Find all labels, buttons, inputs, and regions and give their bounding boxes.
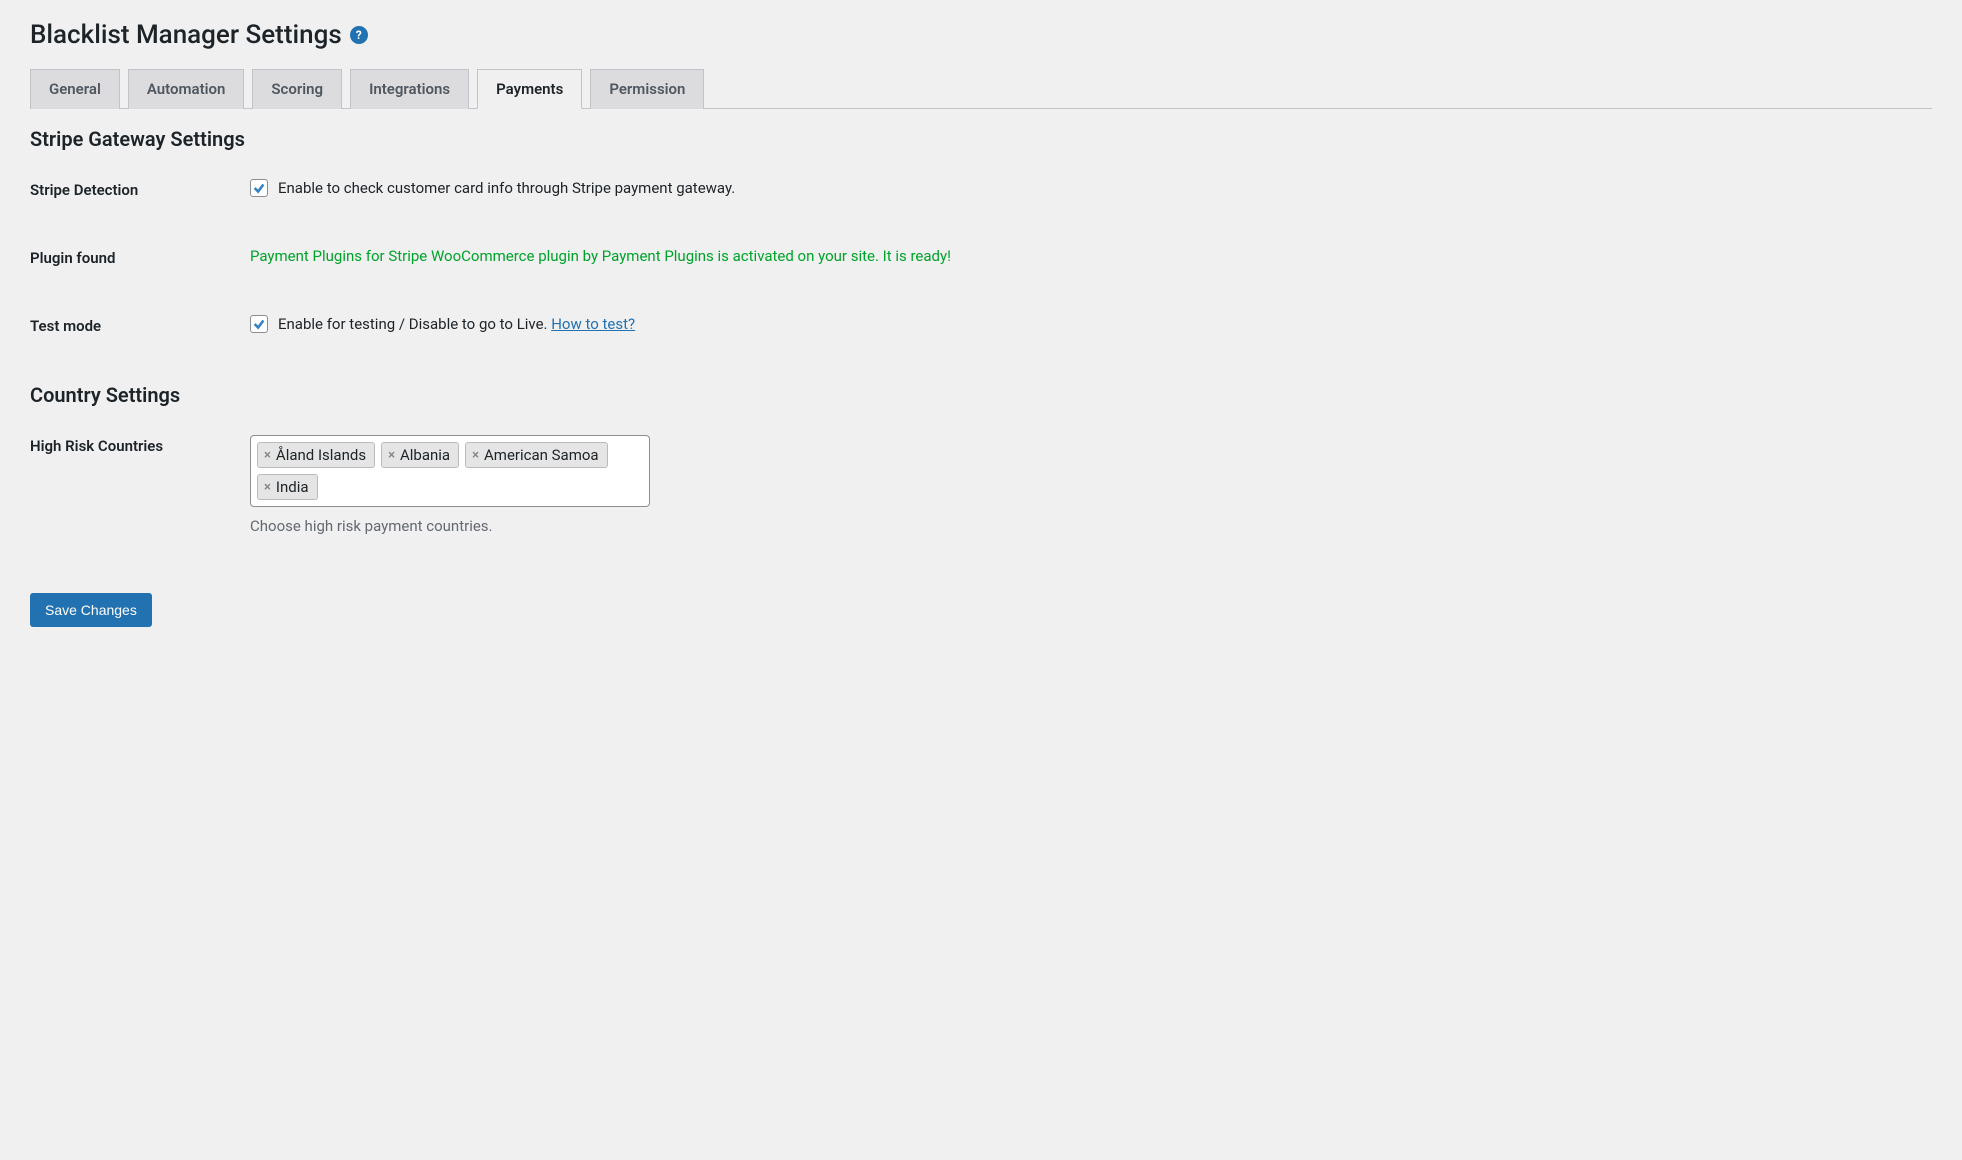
tab-automation[interactable]: Automation xyxy=(128,69,245,109)
tab-general[interactable]: General xyxy=(30,69,120,109)
stripe-detection-checkbox[interactable] xyxy=(250,179,268,197)
close-icon[interactable]: × xyxy=(264,480,271,495)
tab-payments[interactable]: Payments xyxy=(477,69,582,109)
high-risk-label: High Risk Countries xyxy=(30,435,250,455)
save-button[interactable]: Save Changes xyxy=(30,593,152,627)
plugin-found-label: Plugin found xyxy=(30,247,250,267)
page-title: Blacklist Manager Settings ? xyxy=(30,20,1932,50)
tab-permission[interactable]: Permission xyxy=(590,69,704,109)
country-tag: × American Samoa xyxy=(465,442,607,468)
how-to-test-link[interactable]: How to test? xyxy=(551,315,635,333)
tabs-nav: General Automation Scoring Integrations … xyxy=(30,68,1932,109)
country-tag: × Albania xyxy=(381,442,459,468)
close-icon[interactable]: × xyxy=(388,448,395,463)
help-icon[interactable]: ? xyxy=(350,26,368,44)
close-icon[interactable]: × xyxy=(472,448,479,463)
tab-scoring[interactable]: Scoring xyxy=(252,69,342,109)
tab-integrations[interactable]: Integrations xyxy=(350,69,469,109)
page-title-text: Blacklist Manager Settings xyxy=(30,20,342,50)
test-mode-text: Enable for testing / Disable to go to Li… xyxy=(278,315,635,333)
stripe-detection-text: Enable to check customer card info throu… xyxy=(278,179,735,197)
stripe-detection-label: Stripe Detection xyxy=(30,179,250,199)
stripe-section-heading: Stripe Gateway Settings xyxy=(30,127,1932,151)
country-section-heading: Country Settings xyxy=(30,383,1932,407)
country-tag: × Åland Islands xyxy=(257,442,375,468)
close-icon[interactable]: × xyxy=(264,448,271,463)
test-mode-label: Test mode xyxy=(30,315,250,335)
high-risk-countries-select[interactable]: × Åland Islands × Albania × American Sam… xyxy=(250,435,650,507)
plugin-found-text: Payment Plugins for Stripe WooCommerce p… xyxy=(250,247,951,265)
country-tag: × India xyxy=(257,474,318,500)
test-mode-checkbox[interactable] xyxy=(250,315,268,333)
high-risk-help-text: Choose high risk payment countries. xyxy=(250,517,1932,535)
